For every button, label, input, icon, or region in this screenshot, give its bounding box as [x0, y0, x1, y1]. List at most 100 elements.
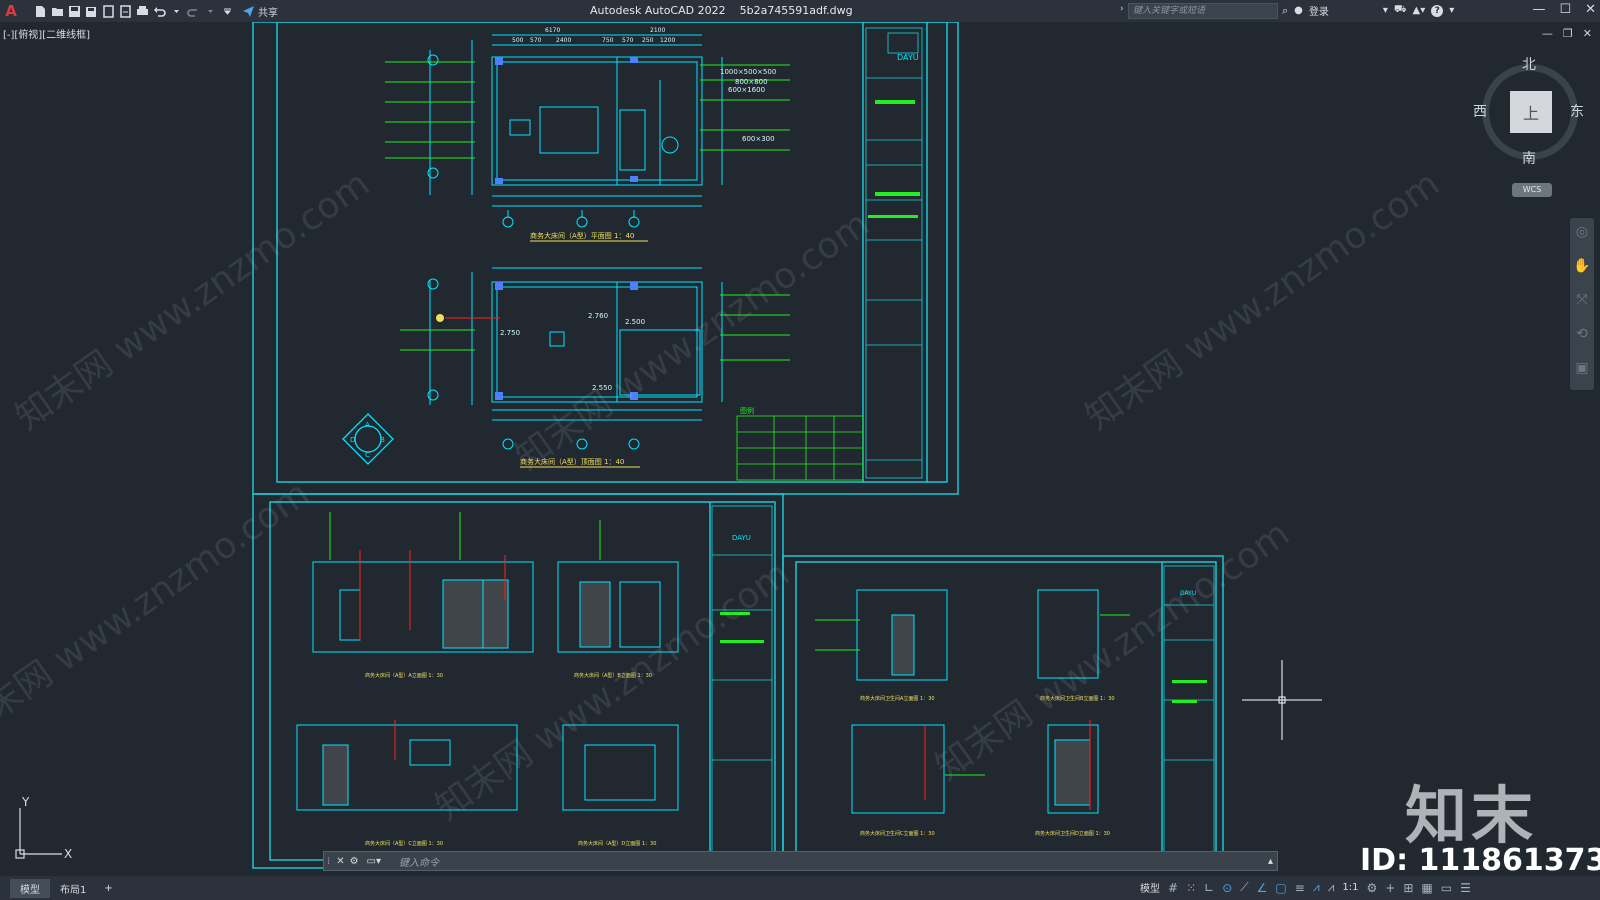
drawing-canvas[interactable]: DAYU 500 570 2400 750 570 250 1200 6170 … [0, 22, 1600, 876]
wcs-menu[interactable]: WCS [1512, 183, 1552, 197]
snap-icon[interactable]: ⁙ [1186, 881, 1196, 895]
title-right-tools: ⌕ ● 登录 ▾ ⛟ ▲▾ ? ▾ [1282, 3, 1454, 19]
navigation-bar: ◎ ✋ ⤧ ⟲ ▣ [1570, 218, 1594, 390]
maximize-icon[interactable]: ☐ [1559, 2, 1571, 17]
viewcube[interactable]: 北 南 西 东 上 [1473, 57, 1584, 168]
chevron-down-icon[interactable]: ▾ [1383, 5, 1388, 16]
share-label: 共享 [258, 7, 278, 19]
object-snap-tracking-icon[interactable]: ∠ [1257, 881, 1268, 895]
sheet-elevations [252, 493, 784, 869]
search-expand-icon[interactable]: › [1120, 4, 1124, 14]
autodesk-a360-icon[interactable]: ▲▾ [1413, 5, 1426, 16]
isodraft-icon[interactable]: ⟋ [1240, 880, 1248, 895]
compass-south[interactable]: 南 [1522, 148, 1536, 168]
save-web-icon[interactable] [119, 4, 132, 18]
pan-icon[interactable]: ✋ [1570, 258, 1594, 286]
close-icon[interactable]: ✕ [1585, 2, 1596, 17]
search-icon[interactable]: ⌕ [1282, 4, 1288, 18]
dim-top-7: 1200 [660, 37, 675, 44]
undo-icon[interactable] [153, 5, 166, 18]
ucs-x-label: X [64, 847, 72, 861]
lineweight-icon[interactable]: ≡ [1295, 881, 1305, 895]
open-folder-icon[interactable] [51, 5, 64, 18]
autocad-logo-button[interactable]: A [0, 2, 22, 20]
redo-icon[interactable] [187, 5, 200, 18]
quick-properties-icon[interactable]: ▦ [1421, 881, 1432, 895]
floor-plan-drawing [427, 34, 723, 228]
new-file-icon[interactable] [34, 5, 47, 18]
gear-icon[interactable]: ⚙ [1366, 881, 1377, 895]
brand-logo-1: DAYU [897, 53, 919, 62]
minimize-icon[interactable]: — [1532, 2, 1545, 17]
viewcube-face[interactable]: 上 [1510, 91, 1552, 133]
level-label-3: 2.500 [625, 318, 645, 326]
dir-label-d: D [350, 436, 355, 444]
compass-west[interactable]: 西 [1473, 101, 1487, 121]
tab-model[interactable]: 模型 [10, 878, 50, 898]
command-grip-icon[interactable]: ⁞ [327, 856, 330, 867]
chevron-down-icon[interactable]: ▾ [1449, 5, 1454, 16]
save-as-icon[interactable] [85, 5, 98, 18]
customize-toolbar-icon[interactable] [221, 5, 234, 18]
app-title: Autodesk AutoCAD 2022 [590, 4, 726, 17]
open-web-icon[interactable] [102, 4, 115, 18]
elev-d-title: 商务大床间（A型）D立面图 1：30 [578, 840, 656, 847]
save-icon[interactable] [68, 5, 81, 18]
window-controls: — ☐ ✕ [1532, 2, 1596, 17]
auto-scale-icon[interactable]: ⩘ [1328, 880, 1335, 895]
drawing-svg: DAYU 500 570 2400 750 570 250 1200 6170 … [15, 22, 1322, 869]
login-label[interactable]: 登录 [1309, 3, 1329, 18]
plus-icon[interactable]: + [1385, 881, 1395, 895]
status-tools: 模型 # ⁙ ∟ ⊙ ⟋ ∠ ▢ ≡ ⩘ ⩘ 1:1 ⚙ + ⊞ ▦ ▭ ☰ [1140, 880, 1471, 895]
restore-drawing-icon[interactable]: ❐ [1563, 27, 1573, 40]
chevron-down-icon[interactable] [204, 5, 217, 18]
steering-wheel-icon[interactable]: ◎ [1570, 224, 1594, 252]
compass-north[interactable]: 北 [1522, 54, 1536, 74]
command-history-icon[interactable]: ▴ [1268, 856, 1273, 867]
polar-icon[interactable]: ⊙ [1222, 881, 1232, 895]
tab-layout1[interactable]: 布局1 [50, 879, 96, 898]
watermark-id: ID: 1118613736 [1360, 843, 1600, 878]
compass-east[interactable]: 东 [1570, 101, 1584, 121]
units-icon[interactable]: ⊞ [1403, 881, 1413, 895]
crosshair-cursor [1242, 660, 1322, 740]
dim-top-2: 570 [530, 37, 542, 44]
command-input[interactable]: 键入命令 [399, 854, 439, 869]
legend-table [736, 415, 864, 481]
annotation-scale[interactable]: 1:1 [1342, 882, 1358, 893]
zoom-icon[interactable]: ⤧ [1570, 292, 1594, 320]
customization-icon[interactable]: ☰ [1460, 881, 1471, 895]
object-snap-icon[interactable]: ▢ [1275, 881, 1286, 895]
cart-icon[interactable]: ⛟ [1394, 4, 1407, 17]
clean-screen-icon[interactable]: ▭ [1441, 881, 1452, 895]
dir-label-b: B [380, 436, 385, 444]
command-line: ⁞ ✕ ⚙ ▭▾ 键入命令 ▴ [323, 851, 1278, 871]
minimize-drawing-icon[interactable]: — [1542, 27, 1553, 40]
title-bar: A 共享 Autodesk AutoCAD 2022 5b2a745591adf… [0, 0, 1600, 22]
search-input[interactable]: 键入关键字或短语 [1128, 3, 1278, 19]
close-drawing-icon[interactable]: ✕ [1583, 27, 1592, 40]
add-layout-button[interactable]: + [104, 883, 112, 894]
ortho-icon[interactable]: ∟ [1204, 881, 1214, 895]
spec-label-2: 800×800 [735, 78, 768, 86]
orbit-icon[interactable]: ⟲ [1570, 326, 1594, 354]
plot-icon[interactable] [136, 5, 149, 18]
model-space-button[interactable]: 模型 [1140, 880, 1160, 895]
legend-title: 图例 [740, 406, 754, 415]
share-button[interactable]: 共享 [242, 4, 278, 19]
close-command-icon[interactable]: ✕ [336, 856, 344, 867]
file-name: 5b2a745591adf.dwg [739, 4, 853, 17]
chevron-down-icon[interactable] [170, 5, 183, 18]
recent-commands-icon[interactable]: ▭▾ [367, 856, 381, 867]
viewport-label[interactable]: [-][俯视][二维线框] [3, 26, 90, 41]
grid-icon[interactable]: # [1168, 881, 1178, 895]
dim-total-left: 6170 [545, 27, 560, 34]
user-icon[interactable]: ● [1294, 5, 1303, 16]
wrench-icon[interactable]: ⚙ [350, 856, 359, 867]
dim-top-3: 2400 [556, 37, 571, 44]
showmotion-icon[interactable]: ▣ [1570, 360, 1594, 388]
spec-label-1: 1000×500×500 [720, 68, 776, 76]
annotation-visibility-icon[interactable]: ⩘ [1313, 880, 1320, 895]
brand-logo-2: DAYU [732, 534, 751, 542]
help-icon[interactable]: ? [1431, 4, 1444, 17]
